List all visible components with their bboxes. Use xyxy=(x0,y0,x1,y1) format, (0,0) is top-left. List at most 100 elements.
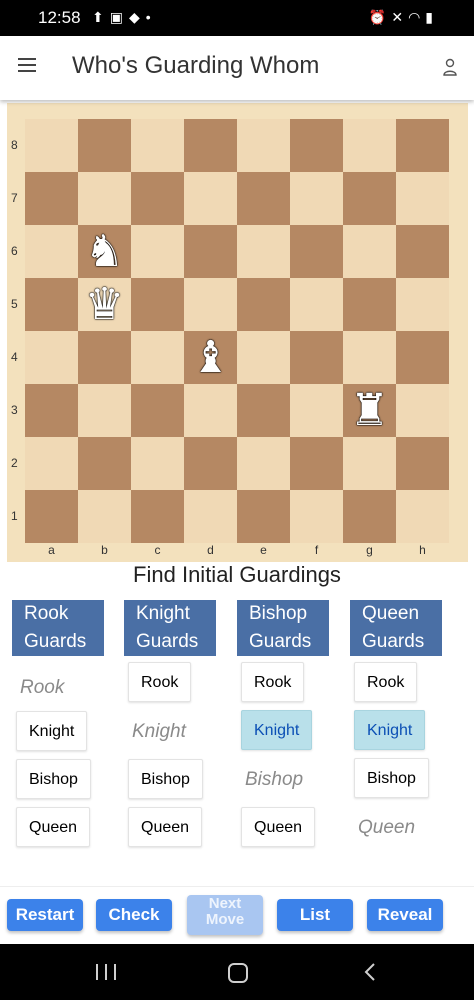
check-button[interactable]: Check xyxy=(96,899,172,931)
square-b8[interactable] xyxy=(78,119,131,172)
square-c2[interactable] xyxy=(131,437,184,490)
square-b7[interactable] xyxy=(78,172,131,225)
square-c3[interactable] xyxy=(131,384,184,437)
rank-label: 6 xyxy=(11,244,18,258)
square-e1[interactable] xyxy=(237,490,290,543)
square-f7[interactable] xyxy=(290,172,343,225)
option-queen[interactable]: Queen xyxy=(16,807,91,847)
square-h1[interactable] xyxy=(396,490,449,543)
square-g8[interactable] xyxy=(343,119,396,172)
white-queen-icon[interactable]: ♛ xyxy=(85,282,124,327)
square-g4[interactable] xyxy=(343,331,396,384)
option-bishop[interactable]: Bishop xyxy=(16,759,91,799)
square-b6[interactable]: ♞ xyxy=(78,225,131,278)
column-header: Rook Guards xyxy=(12,600,104,656)
square-f1[interactable] xyxy=(290,490,343,543)
bishop-guards-column: Bishop Guards Rook Knight Bishop Queen xyxy=(237,600,329,847)
square-h5[interactable] xyxy=(396,278,449,331)
square-a3[interactable] xyxy=(25,384,78,437)
square-e4[interactable] xyxy=(237,331,290,384)
square-g6[interactable] xyxy=(343,225,396,278)
square-g2[interactable] xyxy=(343,437,396,490)
list-button[interactable]: List xyxy=(277,899,353,931)
square-b4[interactable] xyxy=(78,331,131,384)
square-b2[interactable] xyxy=(78,437,131,490)
square-g5[interactable] xyxy=(343,278,396,331)
square-e5[interactable] xyxy=(237,278,290,331)
recent-apps-icon[interactable] xyxy=(96,964,116,980)
square-d3[interactable] xyxy=(184,384,237,437)
square-h6[interactable] xyxy=(396,225,449,278)
back-icon[interactable] xyxy=(364,962,376,982)
square-a1[interactable] xyxy=(25,490,78,543)
square-d5[interactable] xyxy=(184,278,237,331)
square-h2[interactable] xyxy=(396,437,449,490)
square-f3[interactable] xyxy=(290,384,343,437)
square-e6[interactable] xyxy=(237,225,290,278)
option-knight[interactable]: Knight xyxy=(354,710,426,750)
square-a2[interactable] xyxy=(25,437,78,490)
square-e7[interactable] xyxy=(237,172,290,225)
square-c6[interactable] xyxy=(131,225,184,278)
square-a8[interactable] xyxy=(25,119,78,172)
square-d1[interactable] xyxy=(184,490,237,543)
square-c1[interactable] xyxy=(131,490,184,543)
chess-board[interactable]: ♞ ♛ ♝ ♜ xyxy=(25,119,449,543)
square-f4[interactable] xyxy=(290,331,343,384)
square-b3[interactable] xyxy=(78,384,131,437)
square-g7[interactable] xyxy=(343,172,396,225)
square-a4[interactable] xyxy=(25,331,78,384)
file-label: d xyxy=(207,543,214,557)
header-line: Queen xyxy=(362,603,420,624)
square-f6[interactable] xyxy=(290,225,343,278)
square-d7[interactable] xyxy=(184,172,237,225)
square-d4[interactable]: ♝ xyxy=(184,331,237,384)
white-bishop-icon[interactable]: ♝ xyxy=(191,335,230,380)
home-icon[interactable] xyxy=(228,963,248,983)
white-knight-icon[interactable]: ♞ xyxy=(85,229,124,274)
square-c5[interactable] xyxy=(131,278,184,331)
square-f8[interactable] xyxy=(290,119,343,172)
square-e8[interactable] xyxy=(237,119,290,172)
square-a7[interactable] xyxy=(25,172,78,225)
user-icon[interactable] xyxy=(442,58,458,76)
menu-icon[interactable] xyxy=(18,58,36,72)
square-a6[interactable] xyxy=(25,225,78,278)
square-a5[interactable] xyxy=(25,278,78,331)
restart-button[interactable]: Restart xyxy=(7,899,83,931)
next-move-button: Next Move xyxy=(187,895,263,935)
square-b1[interactable] xyxy=(78,490,131,543)
square-e2[interactable] xyxy=(237,437,290,490)
square-b5[interactable]: ♛ xyxy=(78,278,131,331)
option-knight: Knight xyxy=(132,721,186,742)
square-d2[interactable] xyxy=(184,437,237,490)
option-rook[interactable]: Rook xyxy=(241,662,305,702)
square-g3[interactable]: ♜ xyxy=(343,384,396,437)
option-knight[interactable]: Knight xyxy=(241,710,313,750)
option-rook[interactable]: Rook xyxy=(128,662,192,702)
bag-icon: ◆ xyxy=(128,9,146,25)
square-h3[interactable] xyxy=(396,384,449,437)
option-queen[interactable]: Queen xyxy=(128,807,203,847)
square-d8[interactable] xyxy=(184,119,237,172)
option-bishop[interactable]: Bishop xyxy=(128,759,203,799)
option-knight[interactable]: Knight xyxy=(16,711,88,751)
square-c4[interactable] xyxy=(131,331,184,384)
mute-icon: ✕ xyxy=(391,9,409,25)
reveal-button[interactable]: Reveal xyxy=(367,899,443,931)
option-bishop[interactable]: Bishop xyxy=(354,758,429,798)
option-rook[interactable]: Rook xyxy=(354,662,418,702)
square-f2[interactable] xyxy=(290,437,343,490)
square-h8[interactable] xyxy=(396,119,449,172)
square-h4[interactable] xyxy=(396,331,449,384)
option-queen[interactable]: Queen xyxy=(241,807,316,847)
white-rook-icon[interactable]: ♜ xyxy=(350,388,389,433)
square-c7[interactable] xyxy=(131,172,184,225)
page-title: Who's Guarding Whom xyxy=(72,52,320,79)
square-e3[interactable] xyxy=(237,384,290,437)
square-g1[interactable] xyxy=(343,490,396,543)
square-c8[interactable] xyxy=(131,119,184,172)
square-h7[interactable] xyxy=(396,172,449,225)
square-d6[interactable] xyxy=(184,225,237,278)
square-f5[interactable] xyxy=(290,278,343,331)
